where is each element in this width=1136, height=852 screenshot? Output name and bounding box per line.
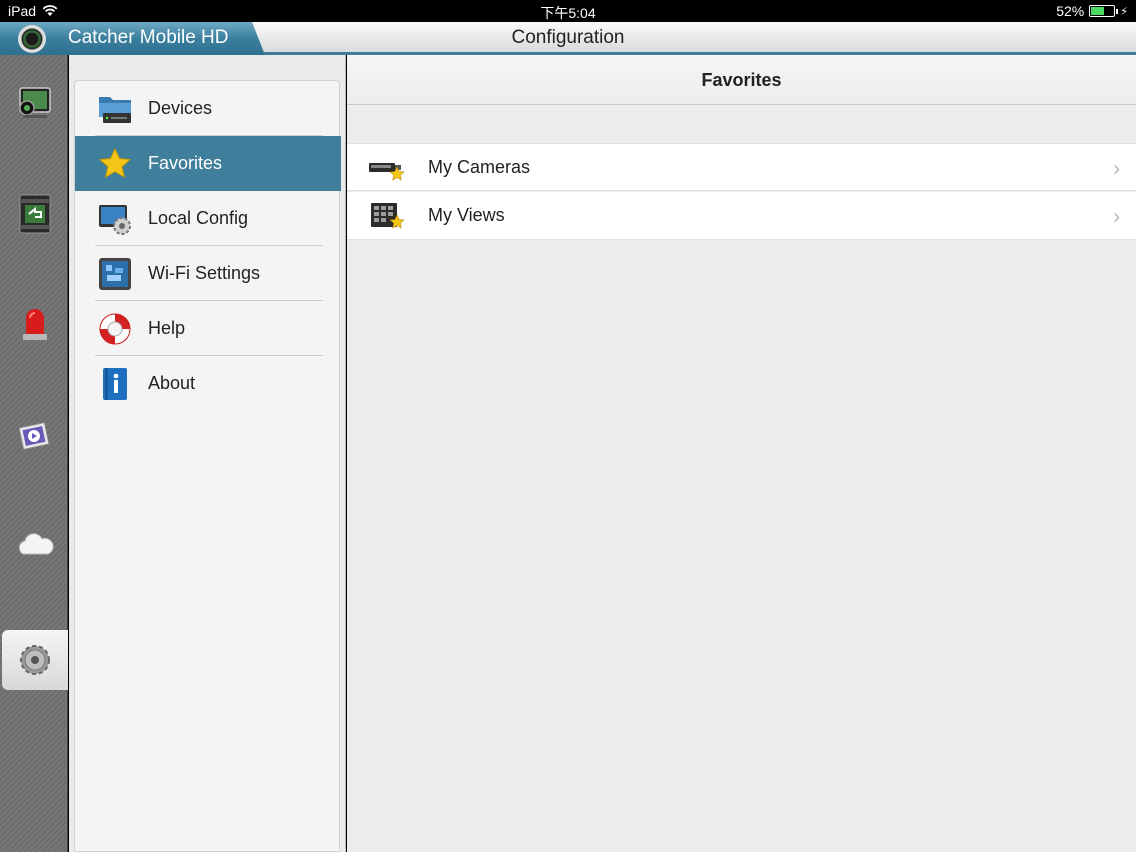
chevron-right-icon: › [1113,158,1120,180]
menu-item-favorites[interactable]: Favorites [75,136,341,191]
alarm-icon [23,309,47,340]
menu-item-label: Wi-Fi Settings [148,263,261,283]
rail-live-view-button[interactable] [10,77,60,127]
menu-item-label: Devices [148,98,213,118]
rail-cloud-button[interactable] [10,520,60,570]
live-view-icon [19,87,51,118]
menu-item-devices[interactable]: Devices [75,81,341,136]
menu-item-label: Favorites [148,153,223,173]
chevron-right-icon: › [1113,206,1120,228]
camera-star-icon [369,163,405,181]
battery-fill [1091,7,1104,15]
app-logo-icon [18,25,46,53]
detail-header: Favorites [347,55,1136,105]
menu-item-wifi-settings[interactable]: Wi-Fi Settings [75,246,341,301]
star-icon [98,147,132,178]
favorites-panel: Favorites My Cameras › My Views › [347,55,1136,852]
playback-icon [19,194,51,234]
battery-icon [1089,5,1119,17]
app-brand: Catcher Mobile HD [0,22,265,55]
row-label: My Views [428,205,505,225]
local-config-icon [99,204,131,235]
rail-media-button[interactable] [10,410,60,460]
views-grid-star-icon [371,203,405,229]
menu-item-label: Help [148,318,186,338]
menu-item-help[interactable]: Help [75,301,341,356]
app-name: Catcher Mobile HD [68,27,229,48]
rail-alarm-button[interactable] [10,299,60,349]
left-rail [0,55,68,852]
about-info-icon [103,367,127,400]
menu-item-about[interactable]: About [75,356,341,411]
battery-percent: 52% [1056,3,1085,19]
wifi-settings-icon [99,257,131,290]
cloud-icon [18,533,54,555]
config-menu-panel: Devices Favorites Local Config Wi-Fi Set… [69,55,346,852]
detail-title: Favorites [701,70,782,90]
settings-icon [20,645,50,675]
menu-item-label: Local Config [148,208,249,228]
menu-item-local-config[interactable]: Local Config [75,191,341,246]
title-bar: Configuration Catcher Mobile HD [0,22,1136,55]
menu-item-label: About [148,373,196,393]
devices-folder-icon [99,96,131,123]
status-time: 下午5:04 [540,5,596,21]
row-my-views[interactable]: My Views › [347,192,1136,240]
rail-settings-button[interactable] [2,630,68,690]
media-icon [18,421,50,451]
row-my-cameras[interactable]: My Cameras › [347,143,1136,191]
rail-playback-button[interactable] [10,190,60,240]
config-menu-card: Devices Favorites Local Config Wi-Fi Set… [74,80,341,852]
status-bar: iPad 下午5:04 52% ⚡ [0,0,1136,22]
row-label: My Cameras [428,157,531,177]
charging-icon: ⚡ [1120,5,1128,18]
help-lifebuoy-icon [99,313,131,344]
